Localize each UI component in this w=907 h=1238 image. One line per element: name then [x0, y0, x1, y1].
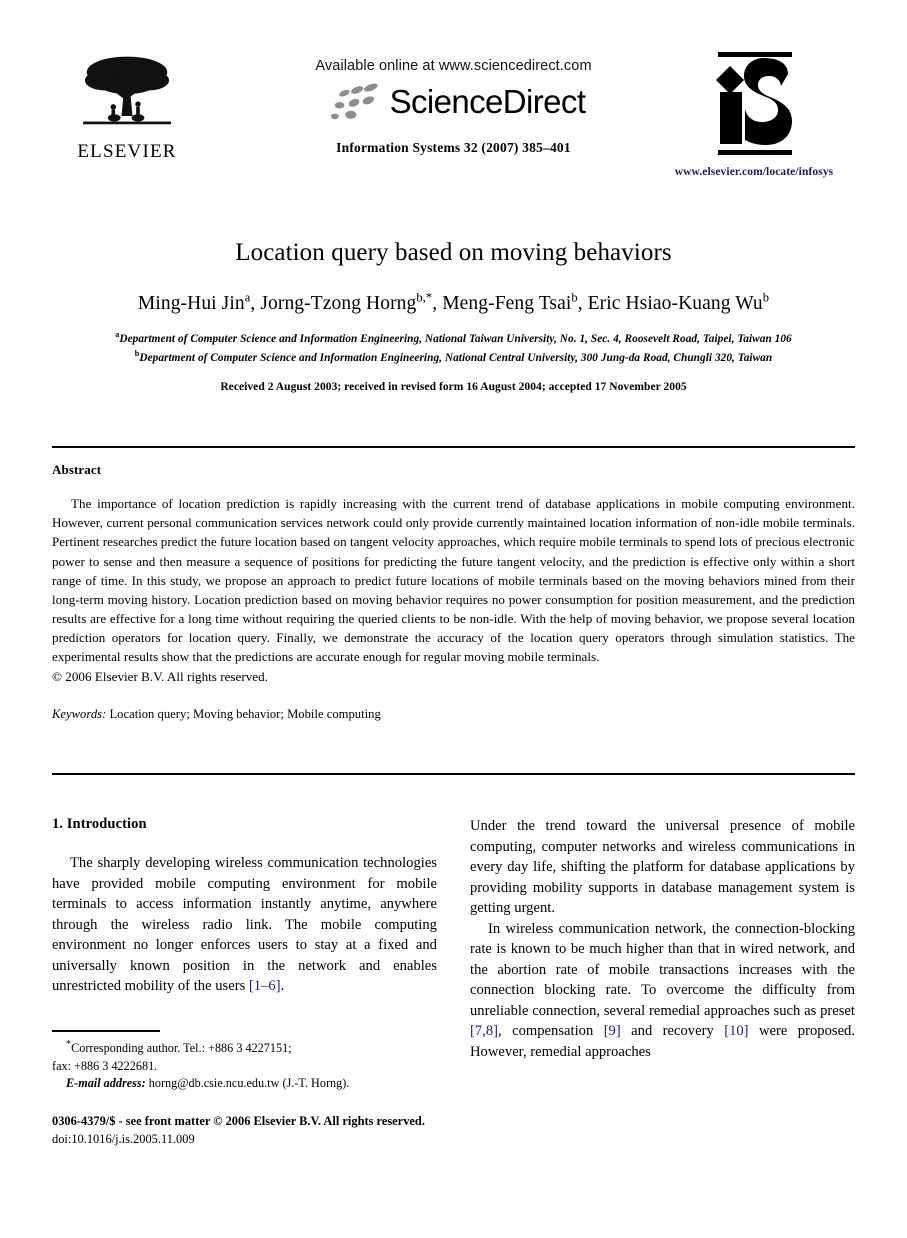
- paragraph: The sharply developing wireless communic…: [52, 853, 437, 997]
- paragraph: Under the trend toward the universal pre…: [470, 818, 855, 916]
- author-entry: Meng-Feng Tsaib,: [442, 290, 588, 314]
- affiliation-a-text: Department of Computer Science and Infor…: [119, 332, 792, 345]
- author-name: Meng-Feng Tsai: [442, 292, 572, 314]
- sciencedirect-dots-icon: [330, 83, 378, 120]
- section-heading-introduction: 1. Introduction: [52, 816, 147, 832]
- author-separator: ,: [250, 292, 261, 314]
- front-matter-line: 0306-4379/$ - see front matter © 2006 El…: [52, 1114, 425, 1128]
- author-name: Ming-Hui Jin: [137, 292, 245, 314]
- author-entry: Eric Hsiao-Kuang Wub: [587, 290, 770, 314]
- footnote-rule: [52, 1030, 160, 1032]
- journal-url[interactable]: www.elsevier.com/locate/infosys: [663, 166, 845, 178]
- author-entry: Ming-Hui Jina,: [137, 290, 261, 314]
- submission-history: Received 2 August 2003; received in revi…: [220, 380, 687, 393]
- sciencedirect-wordmark: ScienceDirect: [389, 83, 586, 120]
- masthead: ELSEVIER Available online at www.science…: [0, 48, 907, 208]
- information-systems-is-logo-icon: [716, 52, 792, 155]
- paragraph: In wireless communication network, the c…: [470, 919, 855, 1063]
- author-list: Ming-Hui Jina, Jorng-Tzong Horngb,*, Men…: [60, 290, 847, 315]
- corresponding-author-note: *Corresponding author. Tel.: +886 3 4227…: [52, 1038, 437, 1058]
- keywords-line: Keywords: Location query; Moving behavio…: [52, 707, 855, 722]
- doi-line: doi:10.1016/j.is.2005.11.009: [52, 1131, 195, 1146]
- paragraph-text: In wireless communication network, the c…: [470, 920, 855, 1019]
- affiliation-a: aDepartment of Computer Science and Info…: [60, 329, 847, 347]
- author-name: Jorng-Tzong Horng: [260, 292, 417, 314]
- affiliation-b: bDepartment of Computer Science and Info…: [60, 348, 847, 366]
- author-separator: ,: [432, 292, 443, 314]
- abstract-copyright: © 2006 Elsevier B.V. All rights reserved…: [52, 668, 268, 684]
- email-value[interactable]: horng@db.csie.ncu.edu.tw (J.-T. Horng).: [149, 1076, 350, 1090]
- author-separator: ,: [577, 292, 588, 314]
- paragraph-text: The sharply developing wireless communic…: [52, 855, 437, 994]
- abstract-heading: Abstract: [52, 462, 102, 477]
- paragraph-text-tail: .: [280, 978, 285, 994]
- imprint-block: 0306-4379/$ - see front matter © 2006 El…: [52, 1113, 522, 1148]
- page-title: Location query based on moving behaviors: [235, 239, 672, 266]
- journal-article-first-page: ELSEVIER Available online at www.science…: [0, 0, 907, 1238]
- abstract-top-rule: [52, 446, 855, 448]
- author-entry: Jorng-Tzong Horngb,*,: [260, 290, 443, 314]
- journal-logo-block: www.elsevier.com/locate/infosys: [663, 50, 845, 178]
- body-column-right: Under the trend toward the universal pre…: [470, 816, 855, 1062]
- citation-link[interactable]: [1–6]: [249, 978, 281, 994]
- citation-link[interactable]: [10]: [724, 1023, 748, 1039]
- paragraph-text: , compensation: [498, 1023, 604, 1039]
- citation-link[interactable]: [9]: [604, 1023, 621, 1039]
- email-label: E-mail address:: [66, 1076, 146, 1091]
- title-block: Location query based on moving behaviors…: [60, 238, 847, 393]
- abstract-section: Abstract The importance of location pred…: [52, 462, 855, 722]
- corresponding-author-text: Corresponding author. Tel.: +886 3 42271…: [71, 1041, 292, 1056]
- body-column-left: 1. Introduction The sharply developing w…: [52, 816, 437, 997]
- author-affiliation-marker: b,*: [416, 290, 433, 304]
- affiliation-b-text: Department of Computer Science and Infor…: [139, 351, 773, 364]
- author-name: Eric Hsiao-Kuang Wu: [587, 292, 763, 314]
- author-affiliation-marker: b: [762, 290, 770, 304]
- fax-line: fax: +886 3 4222681.: [52, 1058, 158, 1073]
- abstract-text: The importance of location prediction is…: [52, 496, 855, 665]
- abstract-bottom-rule: [52, 773, 855, 775]
- footnote-block: *Corresponding author. Tel.: +886 3 4227…: [52, 1030, 437, 1093]
- email-line: E-mail address: horng@db.csie.ncu.edu.tw…: [52, 1075, 437, 1093]
- keywords-label: Keywords:: [52, 706, 107, 721]
- paragraph-text: and recovery: [620, 1023, 725, 1039]
- citation-link[interactable]: [7,8]: [470, 1023, 498, 1039]
- keywords-value: Location query; Moving behavior; Mobile …: [109, 706, 381, 721]
